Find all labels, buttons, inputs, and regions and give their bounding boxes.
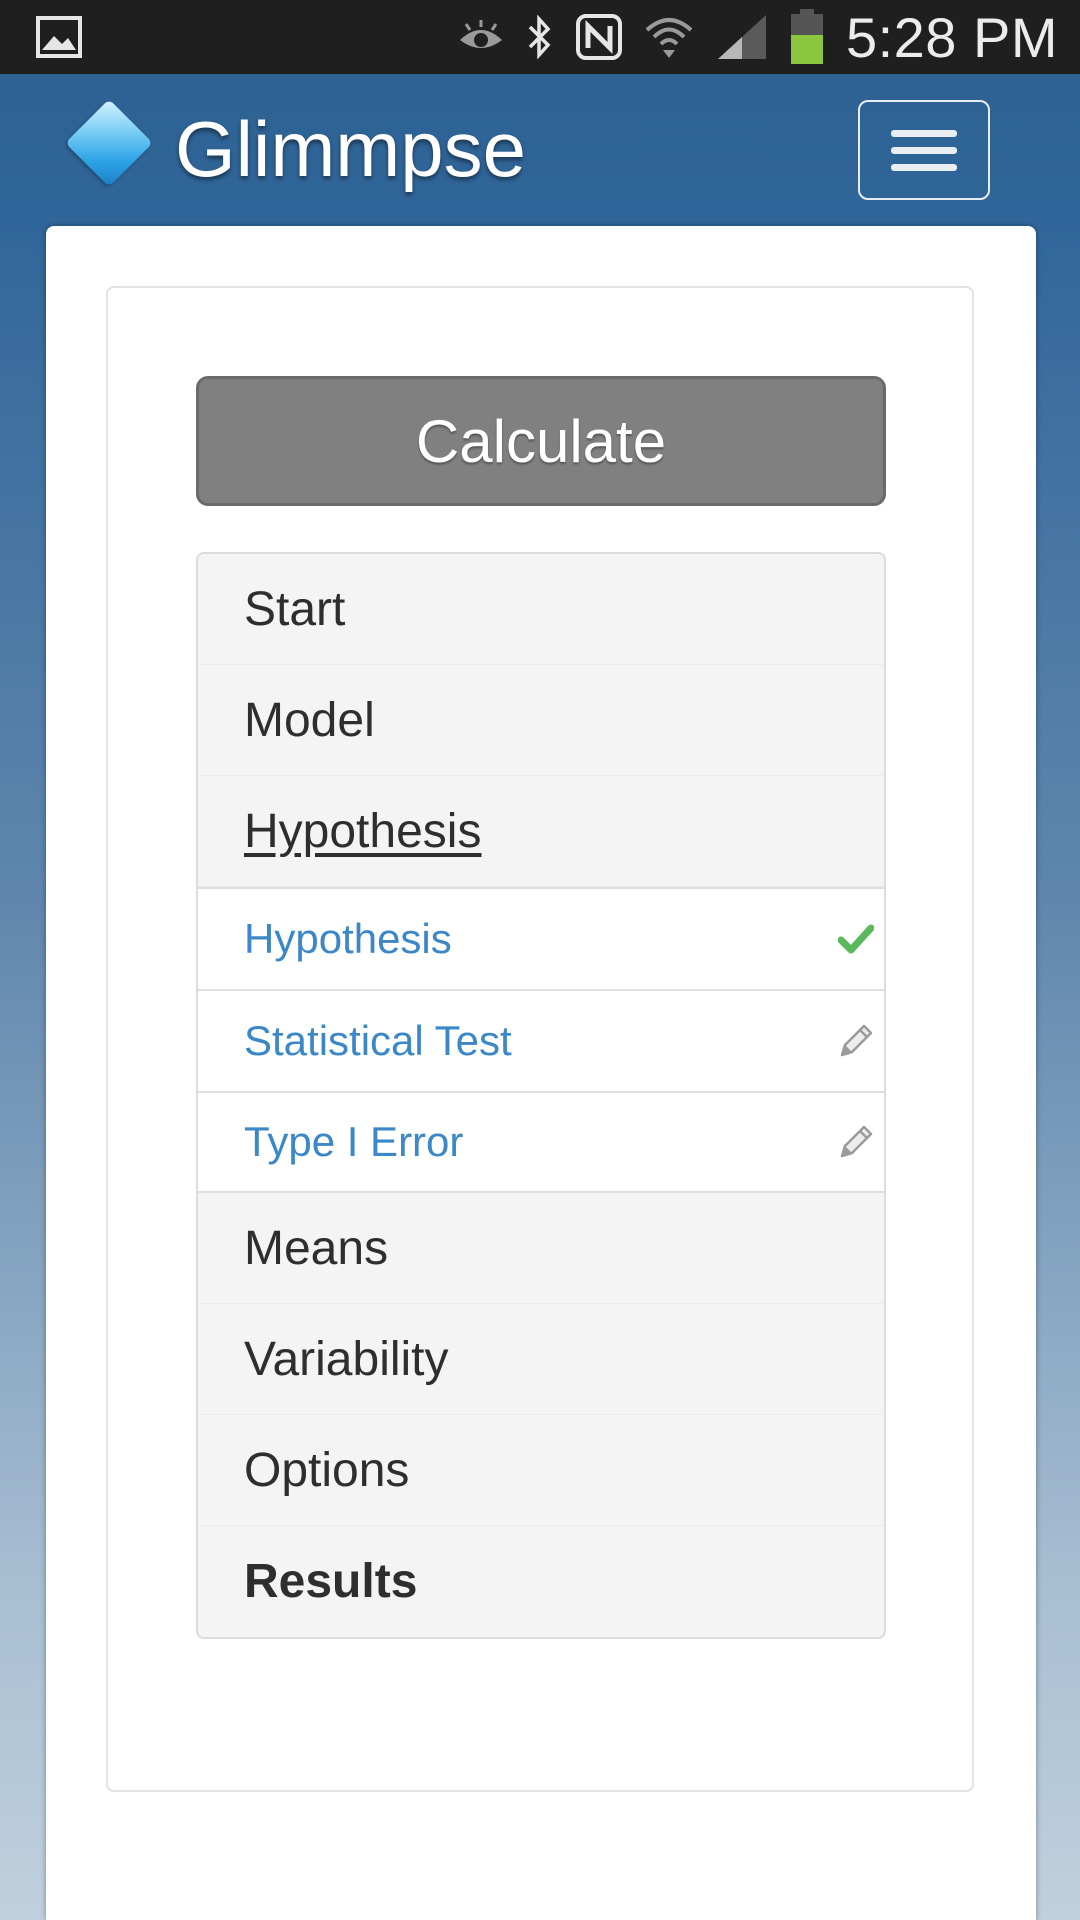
status-bar: 5:28 PM	[0, 0, 1080, 74]
eye-icon	[458, 20, 504, 54]
wifi-icon	[644, 12, 694, 62]
subnav-item-label: Type I Error	[244, 1118, 464, 1165]
battery-icon	[790, 9, 824, 65]
nav-item-label: Model	[244, 693, 375, 747]
subnav-item-label: Statistical Test	[244, 1017, 512, 1064]
status-time: 5:28 PM	[845, 5, 1058, 69]
nav-item-label: Variability	[244, 1332, 449, 1386]
nav-item-label: Means	[244, 1221, 389, 1275]
nav-item-model[interactable]: Model	[198, 665, 884, 776]
nav-item-hypothesis[interactable]: Hypothesis	[198, 776, 884, 887]
nav-item-label: Options	[244, 1443, 410, 1497]
nav-item-results[interactable]: Results	[198, 1526, 884, 1637]
nfc-icon	[575, 14, 622, 60]
nav-item-means[interactable]: Means	[198, 1193, 884, 1304]
bluetooth-icon	[526, 15, 554, 59]
main-card: Calculate Start Model Hypothesis Hypothe…	[46, 226, 1036, 1920]
nav-item-label: Start	[244, 582, 346, 636]
nav-item-options[interactable]: Options	[198, 1415, 884, 1526]
calculate-button[interactable]: Calculate	[196, 376, 886, 506]
signal-icon	[716, 13, 768, 61]
subnav-item-statistical-test[interactable]: Statistical Test	[198, 989, 884, 1091]
subnav-item-hypothesis[interactable]: Hypothesis	[198, 887, 884, 989]
app-header: Glimmpse	[0, 74, 1080, 224]
nav-item-variability[interactable]: Variability	[198, 1304, 884, 1415]
pencil-icon	[834, 1019, 878, 1063]
diamond-logo-icon	[65, 99, 153, 187]
gallery-icon	[36, 16, 82, 58]
hamburger-bar	[891, 163, 957, 171]
pencil-icon	[834, 1120, 878, 1164]
nav-item-label: Results	[244, 1555, 418, 1608]
subnav-item-label: Hypothesis	[244, 915, 452, 962]
hamburger-menu-button[interactable]	[858, 100, 990, 200]
wizard-nav: Start Model Hypothesis Hypothesis Statis…	[196, 552, 886, 1639]
app-title[interactable]: Glimmpse	[175, 104, 526, 195]
hamburger-menu-icon	[891, 129, 957, 137]
nav-item-label: Hypothesis	[244, 804, 482, 858]
sidebar-well: Calculate Start Model Hypothesis Hypothe…	[106, 286, 974, 1792]
checkmark-icon	[834, 917, 878, 961]
nav-item-start[interactable]: Start	[198, 554, 884, 665]
subnav-item-type-i-error[interactable]: Type I Error	[198, 1091, 884, 1193]
hamburger-bar	[891, 146, 957, 154]
